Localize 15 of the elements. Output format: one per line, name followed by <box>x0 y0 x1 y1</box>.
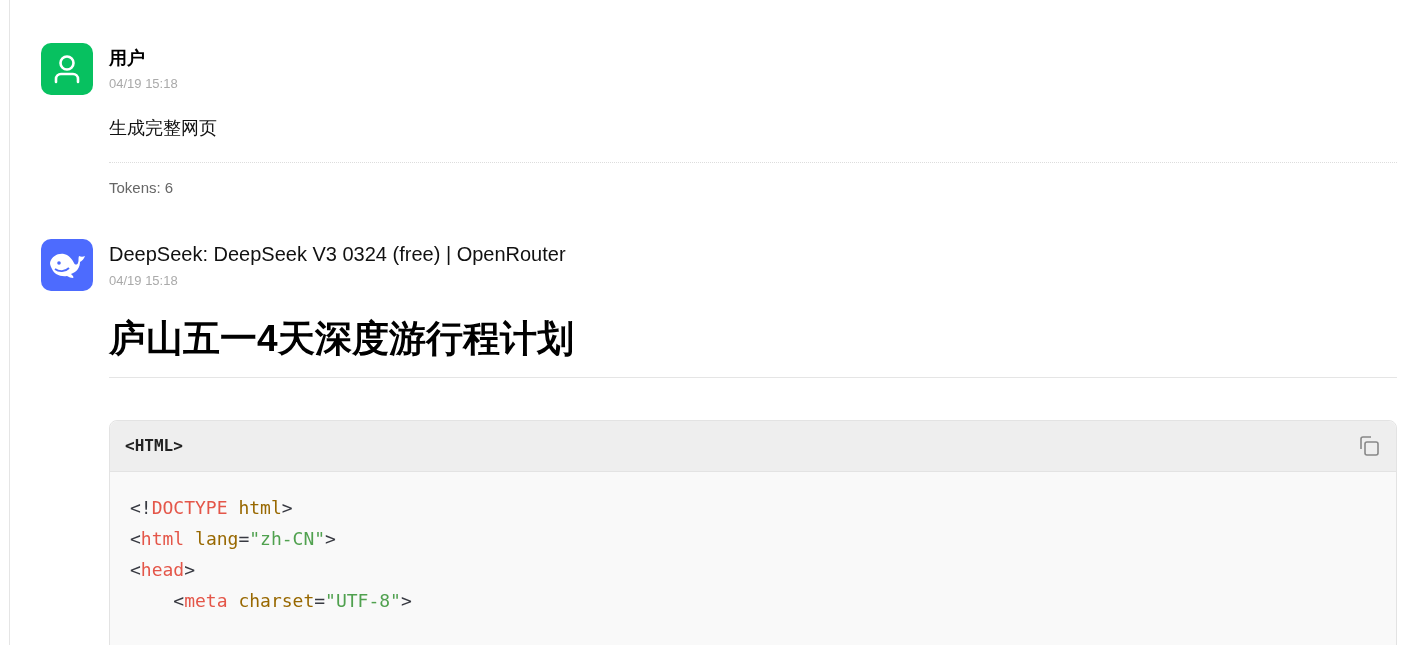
copy-icon[interactable] <box>1357 434 1381 458</box>
token-count: Tokens: 6 <box>109 178 175 198</box>
message-time: 04/19 15:18 <box>109 272 179 290</box>
code-line: <html lang="zh-CN"> <box>130 527 337 551</box>
author-name: 用户 <box>109 47 146 70</box>
code-line: <meta charset="UTF-8"> <box>172 589 413 613</box>
message-time: 04/19 15:18 <box>109 75 179 93</box>
code-line: <!DOCTYPE html> <box>130 496 294 520</box>
user-avatar-icon <box>41 43 93 95</box>
code-language-label: <HTML> <box>125 435 183 457</box>
whale-avatar-icon <box>41 239 93 291</box>
message-text: 生成完整网页 <box>109 117 218 140</box>
response-heading: 庐山五一4天深度游行程计划 <box>109 317 575 361</box>
author-name: DeepSeek: DeepSeek V3 0324 (free) | OpenRouter <box>109 242 567 267</box>
code-line: <head> <box>130 558 197 582</box>
